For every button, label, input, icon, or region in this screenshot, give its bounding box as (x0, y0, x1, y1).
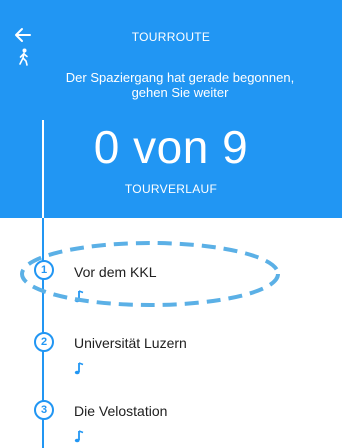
tour-status-line1: Der Spaziergang hat gerade begonnen, (65, 70, 295, 85)
page-title: TOURROUTE (131, 30, 211, 44)
tour-status-text: Der Spaziergang hat gerade begonnen, geh… (40, 70, 320, 100)
stop-name: Die Velostation (74, 403, 168, 419)
tour-progress-counter: 0 von 9 (93, 121, 249, 173)
stop-number-badge: 3 (34, 400, 54, 420)
music-note-icon (74, 430, 84, 443)
timeline-line-top (42, 120, 44, 218)
tour-status-line2: gehen Sie weiter (131, 85, 229, 100)
stop-name: Universität Luzern (74, 335, 187, 351)
highlight-ellipse (20, 241, 280, 307)
walking-person-icon (19, 48, 28, 66)
stop-number-badge: 2 (34, 332, 54, 352)
music-note-icon (74, 362, 84, 375)
tour-section-label: TOURVERLAUF (124, 182, 218, 196)
tour-header: TOURROUTE Der Spaziergang hat gerade beg… (0, 0, 342, 218)
